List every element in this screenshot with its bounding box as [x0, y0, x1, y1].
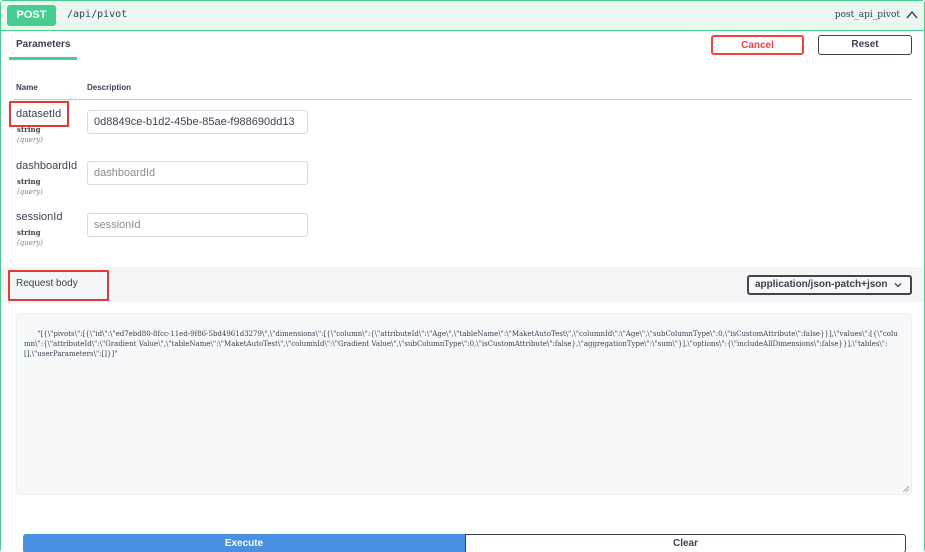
operation-id: post_api_pivot [834, 10, 900, 20]
request-body-editor[interactable]: "[{\"pivots\":[{\"id\":\"ed7ebd80-8fcc-1… [16, 313, 912, 495]
chevron-down-icon [894, 283, 902, 288]
content-type-value: application/json-patch+json [755, 279, 888, 290]
sessionid-input[interactable] [87, 213, 308, 237]
operation-summary[interactable]: POST /api/pivot post_api_pivot [1, 1, 924, 31]
param-name-dashboardid: dashboardId [16, 160, 78, 172]
parameters-tabbar: Parameters Cancel Reset [1, 32, 924, 62]
dashboardid-input[interactable] [87, 161, 308, 185]
method-badge: POST [7, 5, 56, 26]
content-type-select[interactable]: application/json-patch+json [747, 275, 912, 295]
cancel-button[interactable]: Cancel [711, 35, 804, 55]
param-in-sessionid: (query) [17, 239, 43, 247]
column-header-description: Description [87, 83, 132, 92]
param-type-dashboardid: string [17, 177, 41, 186]
reset-button[interactable]: Reset [818, 35, 912, 55]
param-type-sessionid: string [17, 228, 41, 237]
param-in-datasetid: (query) [17, 136, 43, 144]
operation-block: POST /api/pivot post_api_pivot Parameter… [0, 0, 925, 552]
param-name-sessionid: sessionId [16, 211, 63, 223]
column-header-name: Name [16, 83, 38, 92]
datasetid-input[interactable] [87, 110, 308, 134]
request-body-section: "[{\"pivots\":[{\"id\":\"ed7ebd80-8fcc-1… [1, 302, 924, 552]
request-body-json: "[{\"pivots\":[{\"id\":\"ed7ebd80-8fcc-1… [24, 330, 898, 358]
endpoint-path: /api/pivot [67, 9, 128, 20]
parameters-table: Name Description datasetId string (query… [1, 62, 924, 267]
resize-grip-icon[interactable] [903, 486, 909, 492]
execute-button[interactable]: Execute [23, 534, 465, 552]
clear-button[interactable]: Clear [465, 534, 906, 552]
datasetid-highlight-box [9, 101, 69, 127]
tab-parameters[interactable]: Parameters [9, 39, 78, 60]
request-body-header: Request body application/json-patch+json [1, 267, 924, 302]
chevron-up-icon[interactable] [906, 10, 918, 20]
request-body-highlight-box [8, 270, 109, 301]
header-divider [13, 99, 912, 100]
param-in-dashboardid: (query) [17, 188, 43, 196]
